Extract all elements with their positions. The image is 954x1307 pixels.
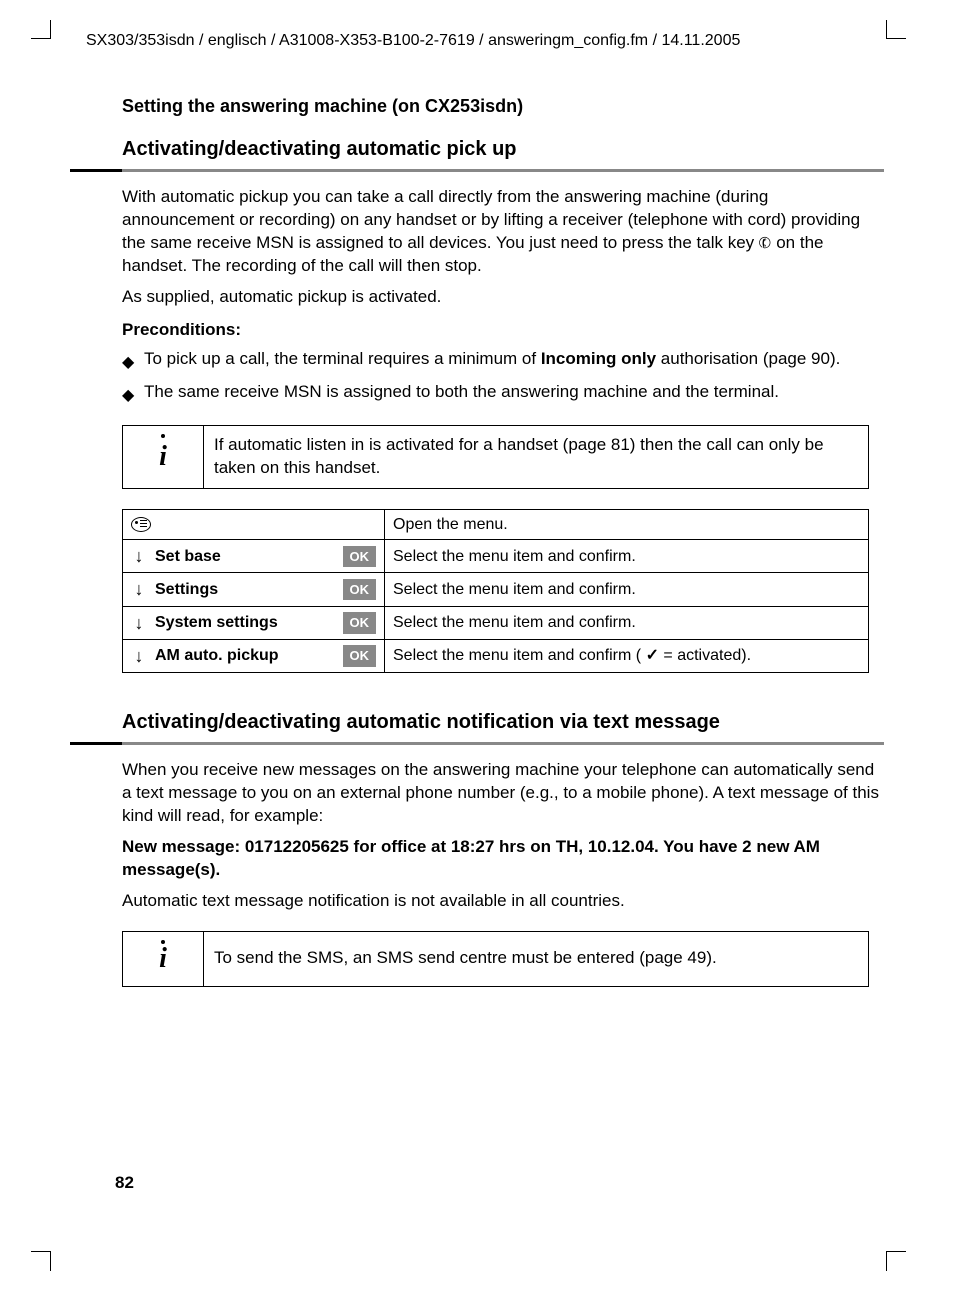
section1-para1a: With automatic pickup you can take a cal… xyxy=(122,187,860,252)
menu-row-4-desc: Select the menu item and confirm ( ✓ = a… xyxy=(385,640,869,673)
bullet1-before: To pick up a call, the terminal requires… xyxy=(144,349,541,368)
bullet2-text: The same receive MSN is assigned to both… xyxy=(144,382,779,401)
section1-para2: As supplied, automatic pickup is activat… xyxy=(122,286,884,309)
menu-row-1-label: Set base xyxy=(155,546,335,568)
doc-header: SX303/353isdn / englisch / A31008-X353-B… xyxy=(86,30,884,52)
menu-row-0: Open the menu. xyxy=(123,509,869,540)
info-text-2: To send the SMS, an SMS send centre must… xyxy=(204,931,869,986)
section2-para1: When you receive new messages on the ans… xyxy=(122,759,884,828)
ok-badge: OK xyxy=(343,546,377,568)
check-icon: ✓ xyxy=(646,647,659,664)
menu-table: Open the menu. ↓ Set base OK Select the … xyxy=(122,509,869,674)
info-box-2: i To send the SMS, an SMS send centre mu… xyxy=(122,931,869,987)
arrow-down-icon: ↓ xyxy=(131,577,147,601)
section2-para2: New message: 01712205625 for office at 1… xyxy=(122,836,884,882)
menu-row-4-label: AM auto. pickup xyxy=(155,645,335,667)
bullet-1: ◆ To pick up a call, the terminal requir… xyxy=(122,348,884,374)
info-text-1: If automatic listen in is activated for … xyxy=(204,425,869,488)
menu-row-3: ↓ System settings OK Select the menu ite… xyxy=(123,606,869,639)
diamond-bullet-icon: ◆ xyxy=(122,352,144,374)
arrow-down-icon: ↓ xyxy=(131,644,147,668)
page-title: Setting the answering machine (on CX253i… xyxy=(122,94,884,118)
bullet1-bold: Incoming only xyxy=(541,349,656,368)
menu-row-1-desc: Select the menu item and confirm. xyxy=(385,540,869,573)
section2-rule xyxy=(122,742,884,745)
section2-para3: Automatic text message notification is n… xyxy=(122,890,884,913)
diamond-bullet-icon: ◆ xyxy=(122,385,144,407)
section1-rule xyxy=(122,169,884,172)
ok-badge: OK xyxy=(343,645,377,667)
section1-heading: Activating/deactivating automatic pick u… xyxy=(122,136,884,163)
bullet1-after: authorisation (page 90). xyxy=(656,349,840,368)
menu-row-1: ↓ Set base OK Select the menu item and c… xyxy=(123,540,869,573)
menu-row-2: ↓ Settings OK Select the menu item and c… xyxy=(123,573,869,606)
ok-badge: OK xyxy=(343,612,377,634)
section2-heading: Activating/deactivating automatic notifi… xyxy=(122,709,884,736)
menu-row-2-label: Settings xyxy=(155,579,335,601)
page-number: 82 xyxy=(115,1172,134,1195)
bullet-2: ◆ The same receive MSN is assigned to bo… xyxy=(122,381,884,407)
preconditions-title: Preconditions: xyxy=(122,319,884,342)
menu-row-3-desc: Select the menu item and confirm. xyxy=(385,606,869,639)
menu-row-0-desc: Open the menu. xyxy=(385,509,869,540)
info-icon: i xyxy=(123,425,204,488)
menu-row-2-desc: Select the menu item and confirm. xyxy=(385,573,869,606)
ok-badge: OK xyxy=(343,579,377,601)
section1-para1: With automatic pickup you can take a cal… xyxy=(122,186,884,278)
menu-row-3-label: System settings xyxy=(155,612,335,634)
arrow-down-icon: ↓ xyxy=(131,544,147,568)
menu-row-4: ↓ AM auto. pickup OK Select the menu ite… xyxy=(123,640,869,673)
arrow-down-icon: ↓ xyxy=(131,611,147,635)
info-icon: i xyxy=(123,931,204,986)
open-menu-icon xyxy=(131,517,151,532)
info-box-1: i If automatic listen in is activated fo… xyxy=(122,425,869,489)
